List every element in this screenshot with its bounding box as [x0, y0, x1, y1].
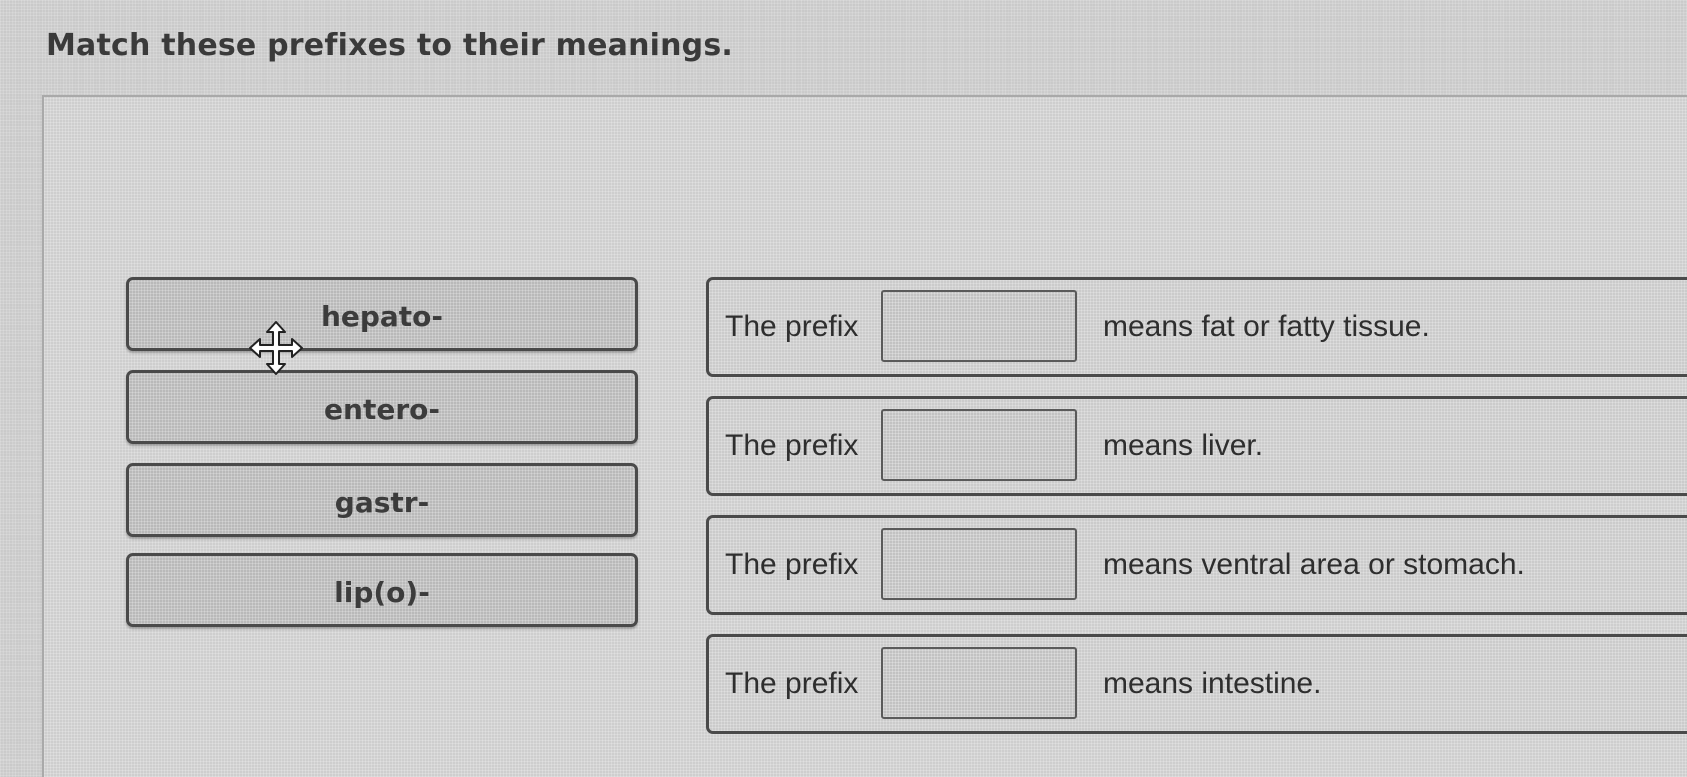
prefix-label: hepato-	[320, 300, 444, 333]
statement-row-stomach: The prefix means ventral area or stomach…	[706, 515, 1687, 615]
statement-row-liver: The prefix means liver.	[706, 396, 1687, 496]
prefix-label: lip(o)-	[334, 576, 430, 609]
statement-meaning-text: means ventral area or stomach.	[1103, 548, 1525, 581]
statement-prefix-text: The prefix	[725, 429, 859, 462]
statement-row-fat: The prefix means fat or fatty tissue.	[706, 277, 1687, 377]
drop-zone[interactable]	[881, 647, 1077, 719]
prefix-tile-lipo[interactable]: lip(o)-	[126, 553, 638, 627]
drop-zone[interactable]	[881, 290, 1077, 362]
prefix-label: entero-	[324, 393, 440, 426]
question-title: Match these prefixes to their meanings.	[46, 28, 734, 63]
statement-meaning-text: means intestine.	[1103, 667, 1322, 700]
prefix-tile-gastr[interactable]: gastr-	[126, 463, 638, 537]
statement-meaning-text: means fat or fatty tissue.	[1103, 310, 1430, 343]
drop-zone[interactable]	[881, 528, 1077, 600]
drop-zone[interactable]	[881, 409, 1077, 481]
statement-row-intestine: The prefix means intestine.	[706, 634, 1687, 734]
prefix-tile-entero[interactable]: entero-	[126, 370, 638, 444]
statement-prefix-text: The prefix	[725, 310, 859, 343]
prefix-tile-hepato[interactable]: hepato-	[126, 277, 638, 351]
statement-meaning-text: means liver.	[1103, 429, 1264, 462]
statement-prefix-text: The prefix	[725, 667, 859, 700]
prefix-label: gastr-	[334, 486, 430, 519]
statement-prefix-text: The prefix	[725, 548, 859, 581]
